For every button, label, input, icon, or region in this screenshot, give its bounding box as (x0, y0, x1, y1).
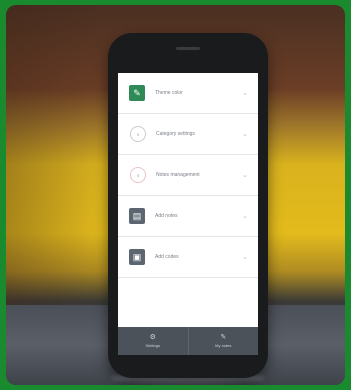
photo-background: ✎ Theme color ⌄ ◦ Category settings ⌄ ◦ … (6, 5, 345, 385)
square-icon: ✎ (129, 85, 145, 101)
chevron-down-icon: ⌄ (242, 131, 248, 138)
list-item-label: Theme color (155, 90, 183, 96)
chevron-down-icon: ⌄ (242, 213, 248, 220)
square-icon: ▤ (129, 208, 145, 224)
list-item-label: Category settings (156, 131, 195, 137)
circle-icon: ◦ (130, 167, 146, 183)
list-item-label: Add notes (155, 213, 178, 219)
list-item-notes[interactable]: ◦ Notes management ⌄ (118, 155, 258, 196)
chevron-down-icon: ⌄ (242, 254, 248, 261)
list-item-theme[interactable]: ✎ Theme color ⌄ (118, 73, 258, 114)
tab-my-notes[interactable]: ✎ My notes (187, 327, 259, 355)
list-item-add-notes[interactable]: ▤ Add notes ⌄ (118, 196, 258, 237)
phone-speaker (176, 47, 200, 50)
tab-bar: ⚙ Settings ✎ My notes (118, 327, 258, 355)
chevron-down-icon: ⌄ (242, 90, 248, 97)
gear-icon: ⚙ (149, 334, 156, 341)
square-icon: ▣ (129, 249, 145, 265)
phone-screen: ✎ Theme color ⌄ ◦ Category settings ⌄ ◦ … (118, 73, 258, 327)
phone: ✎ Theme color ⌄ ◦ Category settings ⌄ ◦ … (108, 33, 268, 378)
chevron-down-icon: ⌄ (242, 172, 248, 179)
circle-icon: ◦ (130, 126, 146, 142)
tab-label: Settings (145, 343, 160, 348)
tab-settings[interactable]: ⚙ Settings (118, 327, 188, 355)
list-item-label: Notes management (156, 172, 200, 178)
list-item-label: Add codes (155, 254, 179, 260)
list-item-category[interactable]: ◦ Category settings ⌄ (118, 114, 258, 155)
tab-label: My notes (215, 343, 232, 348)
note-icon: ✎ (220, 334, 227, 341)
list-item-add-codes[interactable]: ▣ Add codes ⌄ (118, 237, 258, 278)
